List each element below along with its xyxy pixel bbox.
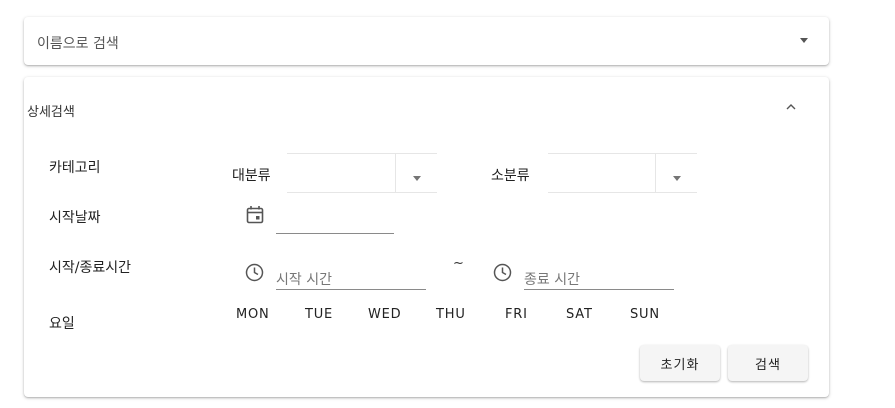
time-separator: ~ xyxy=(453,256,464,271)
weekday-toggle-tue[interactable]: TUE xyxy=(305,307,333,322)
weekday-toggle-fri[interactable]: FRI xyxy=(505,307,528,322)
detail-search-title: 상세검색 xyxy=(27,105,75,120)
detail-search-panel: 상세검색 카테고리 대분류 소분류 시작날짜 시작/종료시간 시작 시간 ~ 종… xyxy=(24,77,829,397)
caret-down-icon[interactable] xyxy=(800,38,808,43)
start-time-input[interactable]: 시작 시간 xyxy=(276,260,426,290)
weekday-toggle-wed[interactable]: WED xyxy=(368,307,401,322)
search-button[interactable]: 검색 xyxy=(728,345,808,381)
reset-button[interactable]: 초기화 xyxy=(640,345,720,381)
start-time-placeholder: 시작 시간 xyxy=(276,272,332,288)
major-category-select[interactable] xyxy=(287,153,437,193)
start-date-label: 시작날짜 xyxy=(49,210,101,226)
weekday-toggle-mon[interactable]: MON xyxy=(236,307,270,322)
chevron-up-icon[interactable] xyxy=(786,102,796,112)
calendar-icon[interactable] xyxy=(246,205,264,224)
start-date-input[interactable] xyxy=(276,204,394,234)
weekday-toggle-sun[interactable]: SUN xyxy=(630,307,660,322)
select-divider xyxy=(395,154,396,192)
clock-icon xyxy=(493,263,512,282)
weekday-toggle-sat[interactable]: SAT xyxy=(566,307,593,322)
name-search-panel[interactable]: 이름으로 검색 xyxy=(24,17,829,65)
minor-category-select[interactable] xyxy=(548,153,697,193)
select-divider xyxy=(655,154,656,192)
weekday-label: 요일 xyxy=(49,316,75,332)
end-time-placeholder: 종료 시간 xyxy=(524,272,580,288)
caret-down-icon[interactable] xyxy=(413,176,421,181)
time-range-label: 시작/종료시간 xyxy=(49,260,131,276)
weekday-toggle-thu[interactable]: THU xyxy=(436,307,466,322)
end-time-input[interactable]: 종료 시간 xyxy=(524,260,674,290)
caret-down-icon[interactable] xyxy=(673,176,681,181)
name-search-title: 이름으로 검색 xyxy=(37,36,119,52)
category-label: 카테고리 xyxy=(49,160,101,176)
major-category-label: 대분류 xyxy=(232,168,271,184)
clock-icon xyxy=(245,263,264,282)
minor-category-label: 소분류 xyxy=(491,168,530,184)
